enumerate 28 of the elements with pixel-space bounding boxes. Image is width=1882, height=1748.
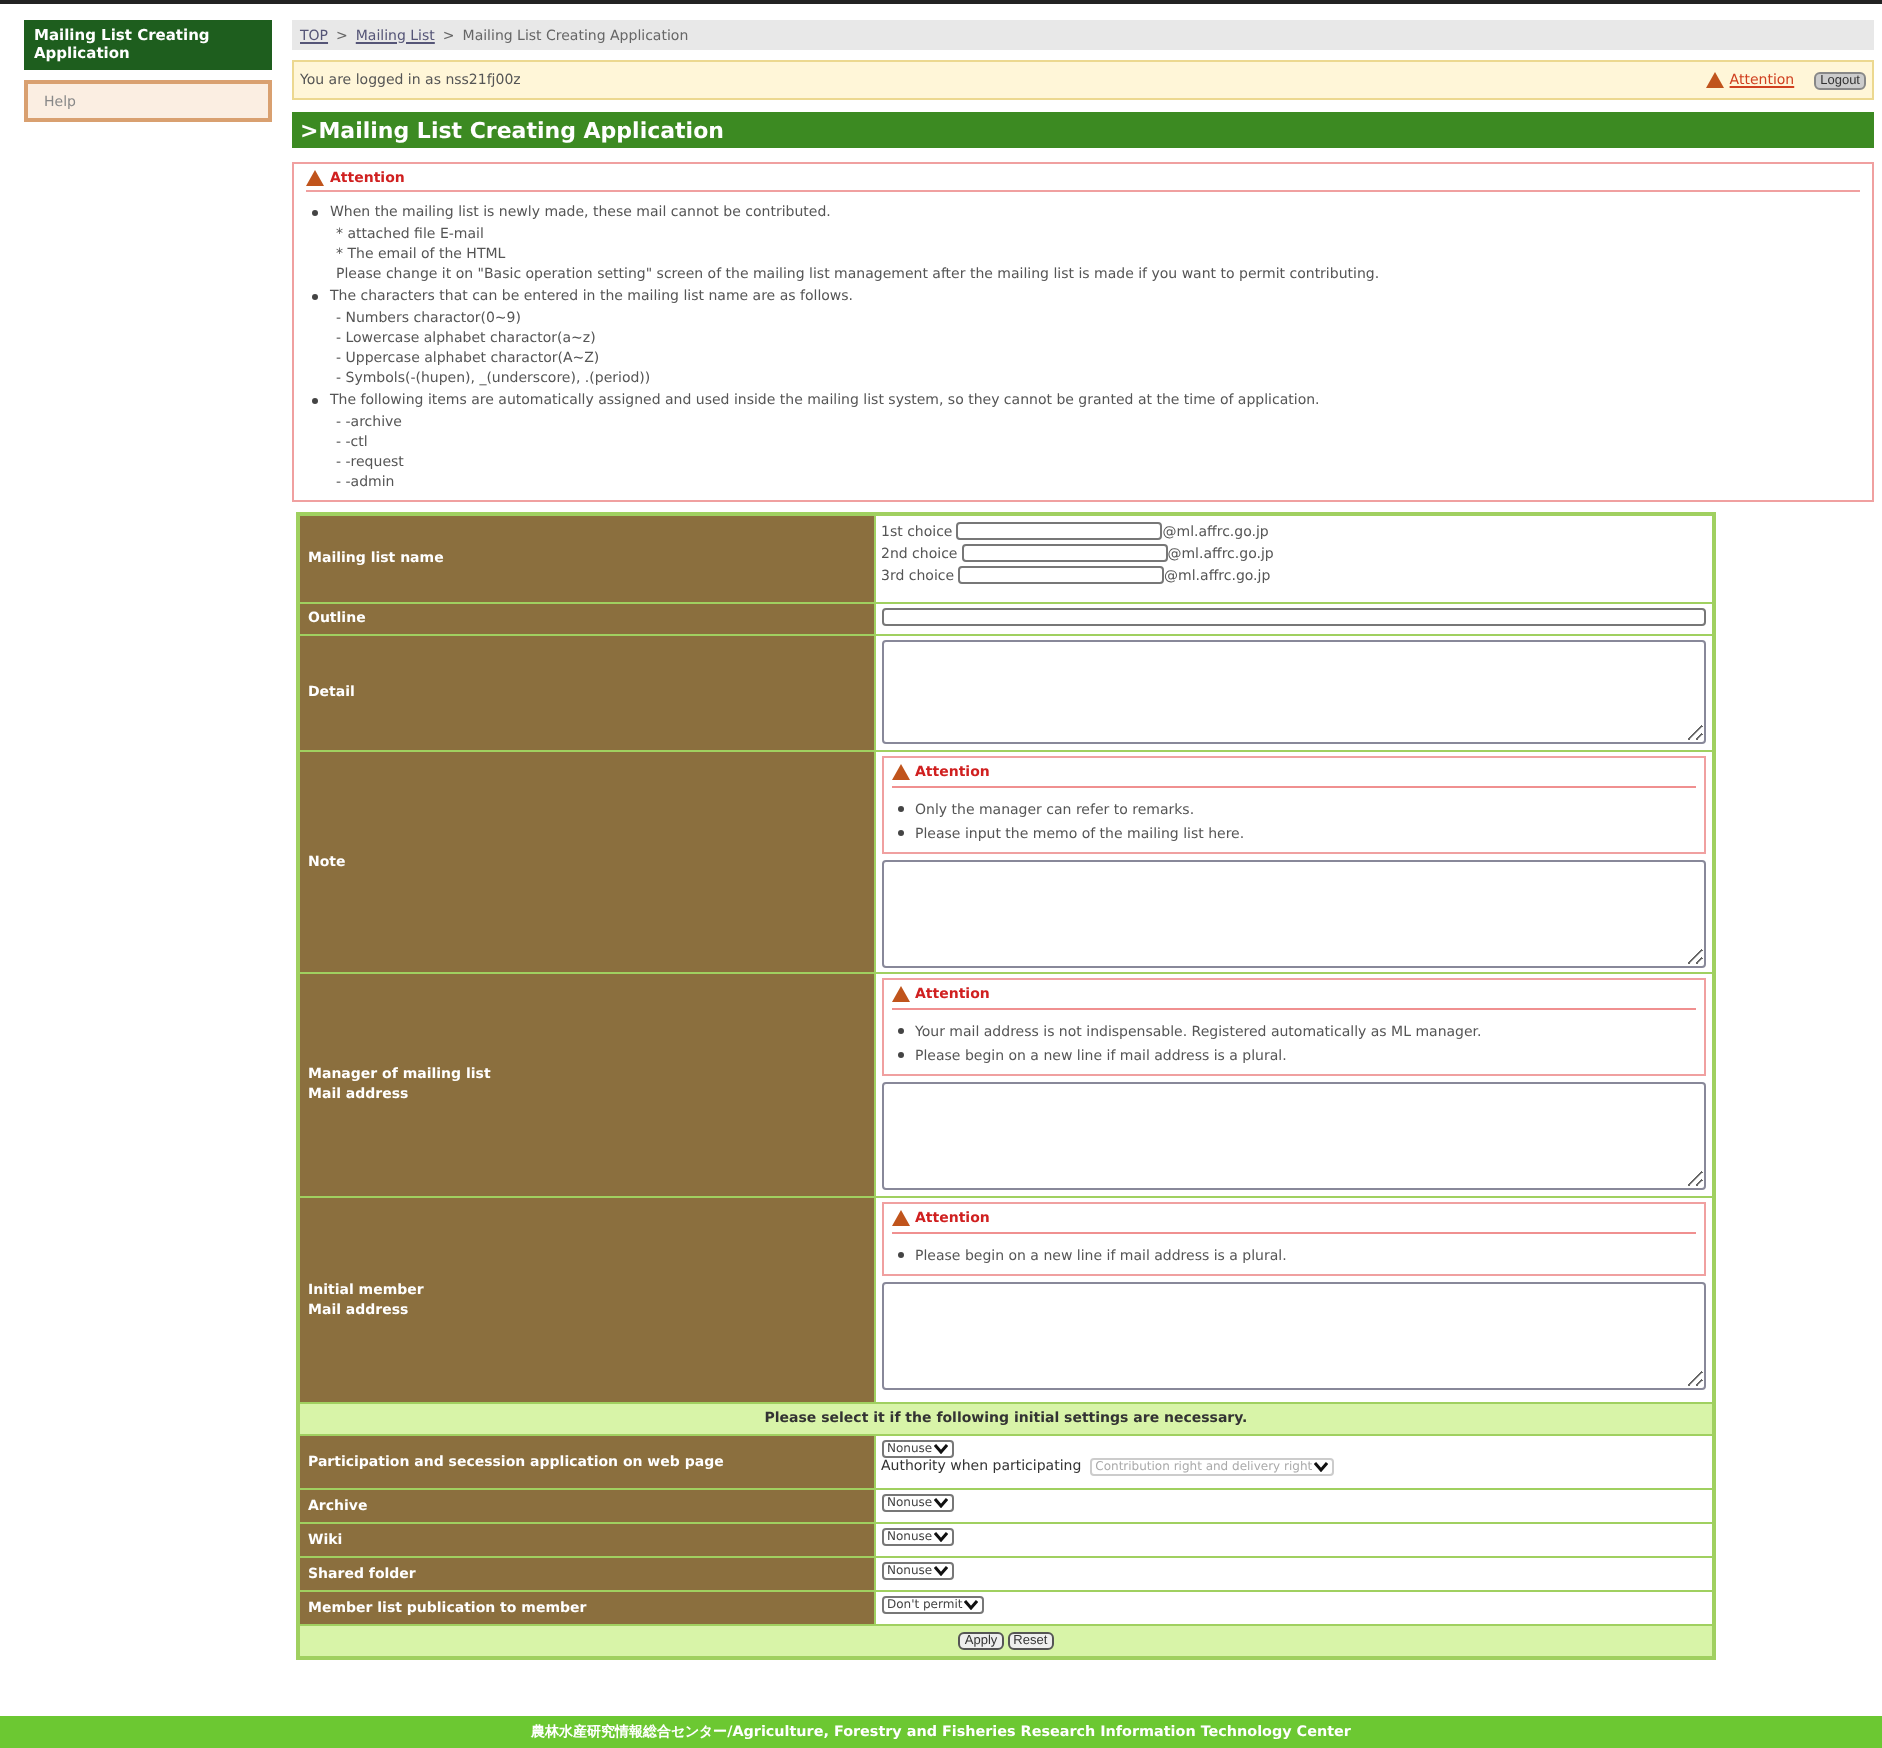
bullet-icon bbox=[312, 293, 318, 299]
chevron-down-icon bbox=[934, 1565, 949, 1575]
detail-text-area[interactable] bbox=[881, 639, 1706, 743]
text-area[interactable] bbox=[881, 1281, 1706, 1389]
name-input-field[interactable] bbox=[956, 522, 1163, 540]
warning-icon bbox=[891, 763, 909, 779]
chevron-down-icon bbox=[934, 1531, 949, 1541]
text-area[interactable] bbox=[881, 859, 1706, 967]
bullet-icon bbox=[897, 1028, 903, 1034]
bullet-icon bbox=[897, 1252, 903, 1258]
bullet-icon bbox=[312, 209, 318, 215]
bullet-icon bbox=[897, 806, 903, 812]
bullet-icon bbox=[897, 1052, 903, 1058]
chevron-down-icon bbox=[934, 1497, 949, 1507]
name-input-field[interactable] bbox=[958, 566, 1165, 584]
chevron-down-icon bbox=[1314, 1461, 1329, 1471]
bullet-icon bbox=[312, 397, 318, 403]
page-title: >Mailing List Creating Application bbox=[292, 112, 1874, 148]
bullet-icon bbox=[897, 830, 903, 836]
warning-icon bbox=[306, 170, 324, 186]
text-area[interactable] bbox=[881, 1081, 1706, 1189]
chevron-down-icon bbox=[934, 1443, 949, 1453]
warning-icon bbox=[891, 1209, 909, 1225]
warning-icon bbox=[891, 985, 909, 1001]
outline-input-field[interactable] bbox=[881, 607, 1706, 625]
chevron-down-icon bbox=[964, 1599, 979, 1609]
name-input-field[interactable] bbox=[961, 544, 1168, 562]
warning-icon bbox=[1705, 72, 1724, 88]
